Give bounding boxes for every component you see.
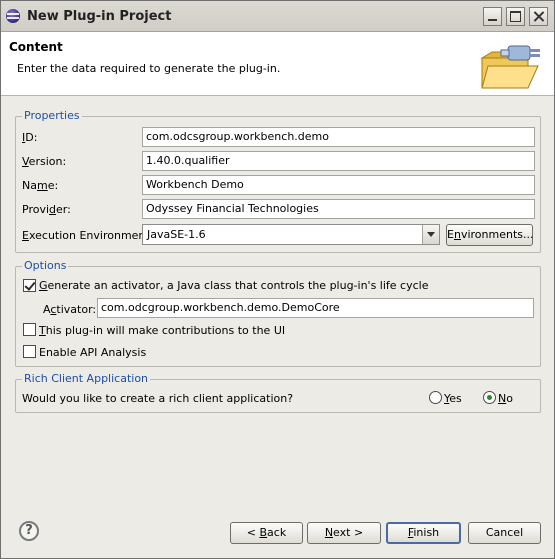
- window-title: New Plug-in Project: [27, 9, 172, 24]
- name-field[interactable]: Workbench Demo: [142, 175, 535, 195]
- exec-env-label: Execution Environment:: [22, 229, 154, 242]
- generate-activator-label: Generate an activator, a Java class that…: [39, 279, 429, 292]
- name-label: Name:: [22, 179, 59, 192]
- id-field[interactable]: com.odcsgroup.workbench.demo: [142, 127, 535, 147]
- provider-field[interactable]: Odyssey Financial Technologies: [142, 199, 535, 219]
- exec-env-value: JavaSE-1.6: [147, 228, 206, 241]
- eclipse-icon: [6, 9, 20, 23]
- yes-label: Yes: [444, 392, 462, 405]
- wizard-header: Content Enter the data required to gener…: [1, 32, 554, 96]
- page-description: Enter the data required to generate the …: [17, 62, 281, 75]
- minimize-button[interactable]: [483, 7, 502, 26]
- back-button[interactable]: < Back: [230, 522, 303, 544]
- plugin-folder-icon: [480, 45, 540, 89]
- no-radio[interactable]: [483, 391, 496, 404]
- api-analysis-checkbox[interactable]: [23, 345, 36, 358]
- maximize-button[interactable]: [506, 7, 525, 26]
- version-label: Version:: [22, 155, 67, 168]
- help-icon[interactable]: ?: [19, 521, 39, 541]
- generate-activator-checkbox[interactable]: [23, 279, 36, 292]
- activator-label: Activator:: [43, 303, 97, 316]
- new-plugin-project-dialog: New Plug-in Project Content Enter the da…: [0, 0, 555, 559]
- environments-button[interactable]: Environments...: [446, 224, 533, 246]
- id-label: ID:: [22, 131, 38, 144]
- properties-legend: Properties: [22, 109, 82, 122]
- yes-radio[interactable]: [429, 391, 442, 404]
- contributions-checkbox[interactable]: [23, 323, 36, 336]
- close-button[interactable]: [529, 7, 548, 26]
- provider-label: Provider:: [22, 203, 71, 216]
- rich-client-legend: Rich Client Application: [22, 372, 151, 385]
- contributions-label: This plug-in will make contributions to …: [39, 324, 286, 337]
- options-legend: Options: [22, 259, 69, 272]
- cancel-button[interactable]: Cancel: [468, 522, 541, 544]
- title-bar[interactable]: New Plug-in Project: [1, 1, 554, 32]
- activator-field[interactable]: com.odcgroup.workbench.demo.DemoCore: [97, 298, 534, 318]
- exec-env-select[interactable]: JavaSE-1.6: [142, 224, 440, 245]
- rich-client-question: Would you like to create a rich client a…: [22, 392, 294, 405]
- chevron-down-icon[interactable]: [422, 225, 439, 244]
- version-field[interactable]: 1.40.0.qualifier: [142, 151, 535, 171]
- api-analysis-label: Enable API Analysis: [39, 346, 147, 359]
- page-title: Content: [9, 40, 63, 54]
- no-label: No: [498, 392, 513, 405]
- next-button[interactable]: Next >: [307, 522, 381, 544]
- finish-button[interactable]: Finish: [386, 522, 461, 544]
